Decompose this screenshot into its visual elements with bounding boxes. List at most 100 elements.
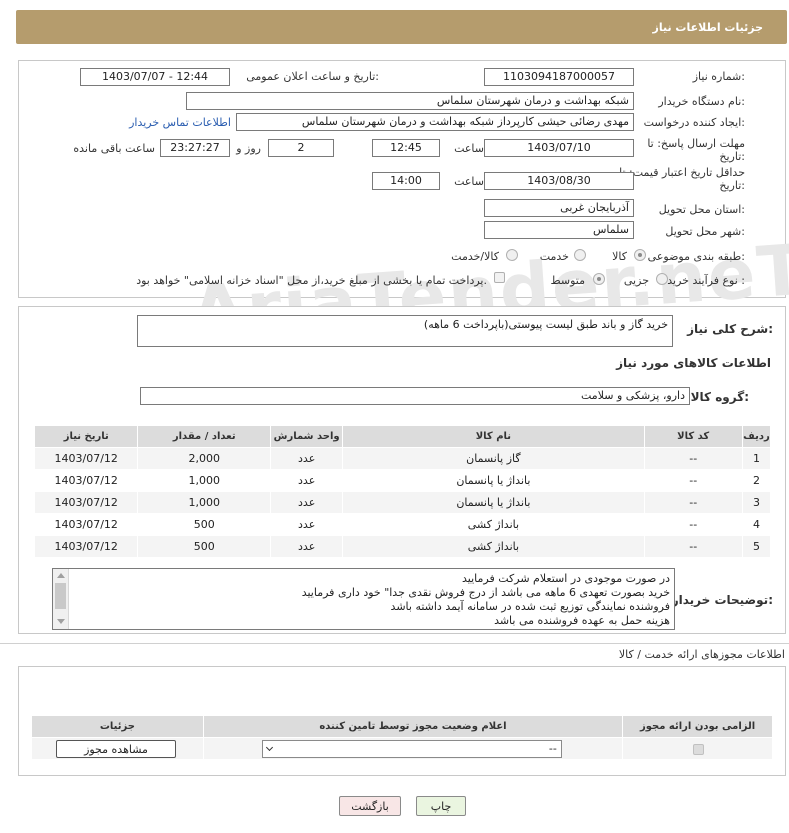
- page-header: جزئیات اطلاعات نیاز: [16, 10, 787, 44]
- province-label: استان محل تحویل:: [658, 203, 745, 216]
- cell-code: --: [643, 535, 743, 558]
- need-number-label: شماره نیاز:: [692, 70, 745, 83]
- permits-section-title: اطلاعات مجوزهای ارائه خدمت / کالا: [618, 648, 785, 661]
- buyer-note-line: خرید بصورت تعهدی 6 ماهه می باشد از درج ف…: [301, 586, 670, 599]
- need-number-field: 1103094187000057: [484, 68, 634, 86]
- city-field: سلماس: [484, 221, 634, 239]
- deadline-time-field: 12:45: [372, 139, 440, 157]
- buyer-notes-content: در صورت موجودی در استعلام شرکت فرمایید خ…: [71, 572, 670, 628]
- cell-date: 1403/07/12: [33, 535, 139, 558]
- cell-name: بانداژ کشی: [342, 513, 645, 536]
- permit-row: -- مشاهده مجوز: [31, 737, 773, 760]
- category-label: طبقه بندی موضوعی:: [647, 250, 745, 263]
- cell-unit: عدد: [269, 513, 344, 536]
- cell-row: 5: [741, 535, 772, 558]
- cell-unit: عدد: [269, 447, 344, 470]
- cell-name: گاز پانسمان: [342, 447, 645, 470]
- process-radio-medium[interactable]: [593, 273, 605, 285]
- permit-required-cell: [622, 737, 773, 760]
- goods-group-label: گروه کالا:: [690, 390, 749, 404]
- category-option-goods: کالا: [612, 250, 627, 263]
- scroll-down-icon[interactable]: [57, 619, 65, 624]
- col-row: ردیف: [741, 425, 772, 448]
- table-row: 3 -- بانداژ یا پانسمان عدد 1,000 1403/07…: [33, 491, 772, 514]
- cell-name: بانداژ یا پانسمان: [342, 469, 645, 492]
- cell-name: بانداژ کشی: [342, 535, 645, 558]
- days-label: روز و: [236, 142, 261, 155]
- scroll-up-icon[interactable]: [57, 573, 65, 578]
- buyer-note-line: در صورت موجودی در استعلام شرکت فرمایید: [462, 572, 670, 585]
- remaining-label: ساعت باقی مانده: [73, 142, 155, 155]
- cell-row: 4: [741, 513, 772, 536]
- process-option-medium: متوسط: [550, 274, 585, 287]
- permit-status-cell: --: [202, 737, 624, 760]
- cell-code: --: [643, 513, 743, 536]
- col-date: تاریخ نیاز: [33, 425, 139, 448]
- cell-row: 1: [741, 447, 772, 470]
- cell-row: 3: [741, 491, 772, 514]
- goods-section-title: اطلاعات کالاهای مورد نیاز: [616, 356, 771, 370]
- buyer-contact-link[interactable]: اطلاعات تماس خریدار: [129, 116, 231, 129]
- summary-text: خرید گاز و باند طبق لیست پیوستی(باپرداخت…: [423, 318, 668, 331]
- process-option-minor: جزیی: [623, 274, 649, 287]
- process-label: نوع فرآیند خرید :: [667, 274, 745, 287]
- category-radio-service[interactable]: [574, 249, 586, 261]
- buyer-org-label: نام دستگاه خریدار:: [658, 95, 745, 108]
- deadline-date-field: 1403/07/10: [484, 139, 634, 157]
- scroll-thumb[interactable]: [55, 583, 66, 609]
- city-label: شهر محل تحویل:: [665, 225, 745, 238]
- announce-field: 1403/07/07 - 12:44: [80, 68, 230, 86]
- buyer-notes-label: توضیحات خریدار:: [671, 593, 773, 607]
- table-row: 2 -- بانداژ یا پانسمان عدد 1,000 1403/07…: [33, 469, 772, 492]
- permit-status-select[interactable]: --: [261, 740, 562, 758]
- buyer-note-line: هزینه حمل به عهده فروشنده می باشد: [494, 614, 670, 627]
- goods-group-field: دارو، پزشکی و سلامت: [140, 387, 690, 405]
- permits-table-header: الزامی بودن ارائه مجوز اعلام وضعیت مجوز …: [31, 715, 773, 738]
- cell-name: بانداژ یا پانسمان: [342, 491, 645, 514]
- notes-scrollbar[interactable]: [53, 569, 69, 629]
- validity-time-label: ساعت: [454, 175, 484, 188]
- print-button[interactable]: چاپ: [416, 796, 466, 816]
- cell-date: 1403/07/12: [33, 513, 139, 536]
- cell-qty: 1,000: [137, 469, 271, 492]
- cell-code: --: [643, 491, 743, 514]
- cell-qty: 500: [137, 535, 271, 558]
- permit-select-value: --: [548, 742, 557, 755]
- summary-label: شرح کلی نیاز:: [687, 322, 773, 336]
- cell-unit: عدد: [269, 469, 344, 492]
- table-row: 5 -- بانداژ کشی عدد 500 1403/07/12: [33, 535, 772, 558]
- cell-qty: 1,000: [137, 491, 271, 514]
- col-code: کد کالا: [643, 425, 743, 448]
- treasury-payment-checkbox[interactable]: [494, 272, 505, 283]
- goods-table-header: ردیف کد کالا نام کالا واحد شمارش تعداد /…: [33, 425, 772, 448]
- deadline-label: مهلت ارسال پاسخ: تا تاریخ:: [647, 137, 745, 163]
- process-radio-minor[interactable]: [656, 273, 668, 285]
- page-title: جزئیات اطلاعات نیاز: [652, 20, 764, 34]
- permits-divider: [0, 643, 789, 644]
- cell-code: --: [643, 469, 743, 492]
- back-button[interactable]: بازگشت: [339, 796, 401, 816]
- cell-qty: 500: [137, 513, 271, 536]
- view-permit-button[interactable]: مشاهده مجوز: [56, 740, 176, 758]
- permit-required-checkbox: [693, 744, 704, 755]
- chevron-down-icon: [265, 743, 273, 752]
- col-permit-status: اعلام وضعیت مجوز توسط تامین کننده: [202, 715, 624, 738]
- table-row: 4 -- بانداژ کشی عدد 500 1403/07/12: [33, 513, 772, 536]
- buyer-note-line: فروشنده نمایندگی توزیع ثبت شده در سامانه…: [390, 600, 670, 613]
- col-permit-details: جزئیات: [31, 715, 204, 738]
- creator-field: مهدی رضائی حیشی کارپرداز شبکه بهداشت و د…: [236, 113, 634, 131]
- category-option-service: خدمت: [539, 250, 569, 263]
- cell-date: 1403/07/12: [33, 469, 139, 492]
- buyer-notes-textarea[interactable]: در صورت موجودی در استعلام شرکت فرمایید خ…: [52, 568, 675, 630]
- validity-label: حداقل تاریخ اعتبار قیمت: تا تاریخ:: [619, 166, 745, 192]
- cell-date: 1403/07/12: [33, 447, 139, 470]
- category-radio-both[interactable]: [506, 249, 518, 261]
- cell-row: 2: [741, 469, 772, 492]
- category-radio-goods[interactable]: [634, 249, 646, 261]
- summary-field: خرید گاز و باند طبق لیست پیوستی(باپرداخت…: [137, 315, 673, 347]
- validity-time-field: 14:00: [372, 172, 440, 190]
- validity-date-field: 1403/08/30: [484, 172, 634, 190]
- cell-unit: عدد: [269, 491, 344, 514]
- province-field: آذربایجان غربی: [484, 199, 634, 217]
- permit-details-cell: مشاهده مجوز: [31, 737, 204, 760]
